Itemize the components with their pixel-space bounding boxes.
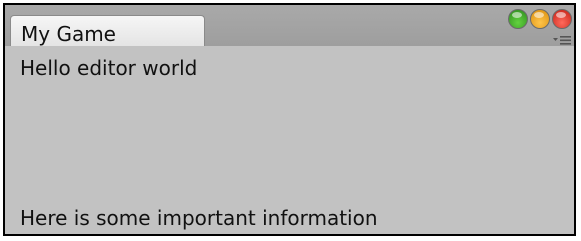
close-button[interactable] — [552, 9, 572, 29]
tab-label: My Game — [21, 22, 116, 46]
window-controls — [508, 9, 572, 29]
minimize-button[interactable] — [530, 9, 550, 29]
hello-label: Hello editor world — [20, 56, 198, 80]
info-label: Here is some important information — [20, 206, 378, 230]
tab-my-game[interactable]: My Game — [10, 15, 205, 46]
tab-bar: My Game — [5, 5, 574, 46]
maximize-button[interactable] — [508, 9, 528, 29]
window-content: Hello editor world Here is some importan… — [5, 46, 574, 234]
tab-menu-icon[interactable] — [553, 35, 571, 45]
editor-window: My Game Hello editor world Here is some … — [3, 3, 576, 236]
